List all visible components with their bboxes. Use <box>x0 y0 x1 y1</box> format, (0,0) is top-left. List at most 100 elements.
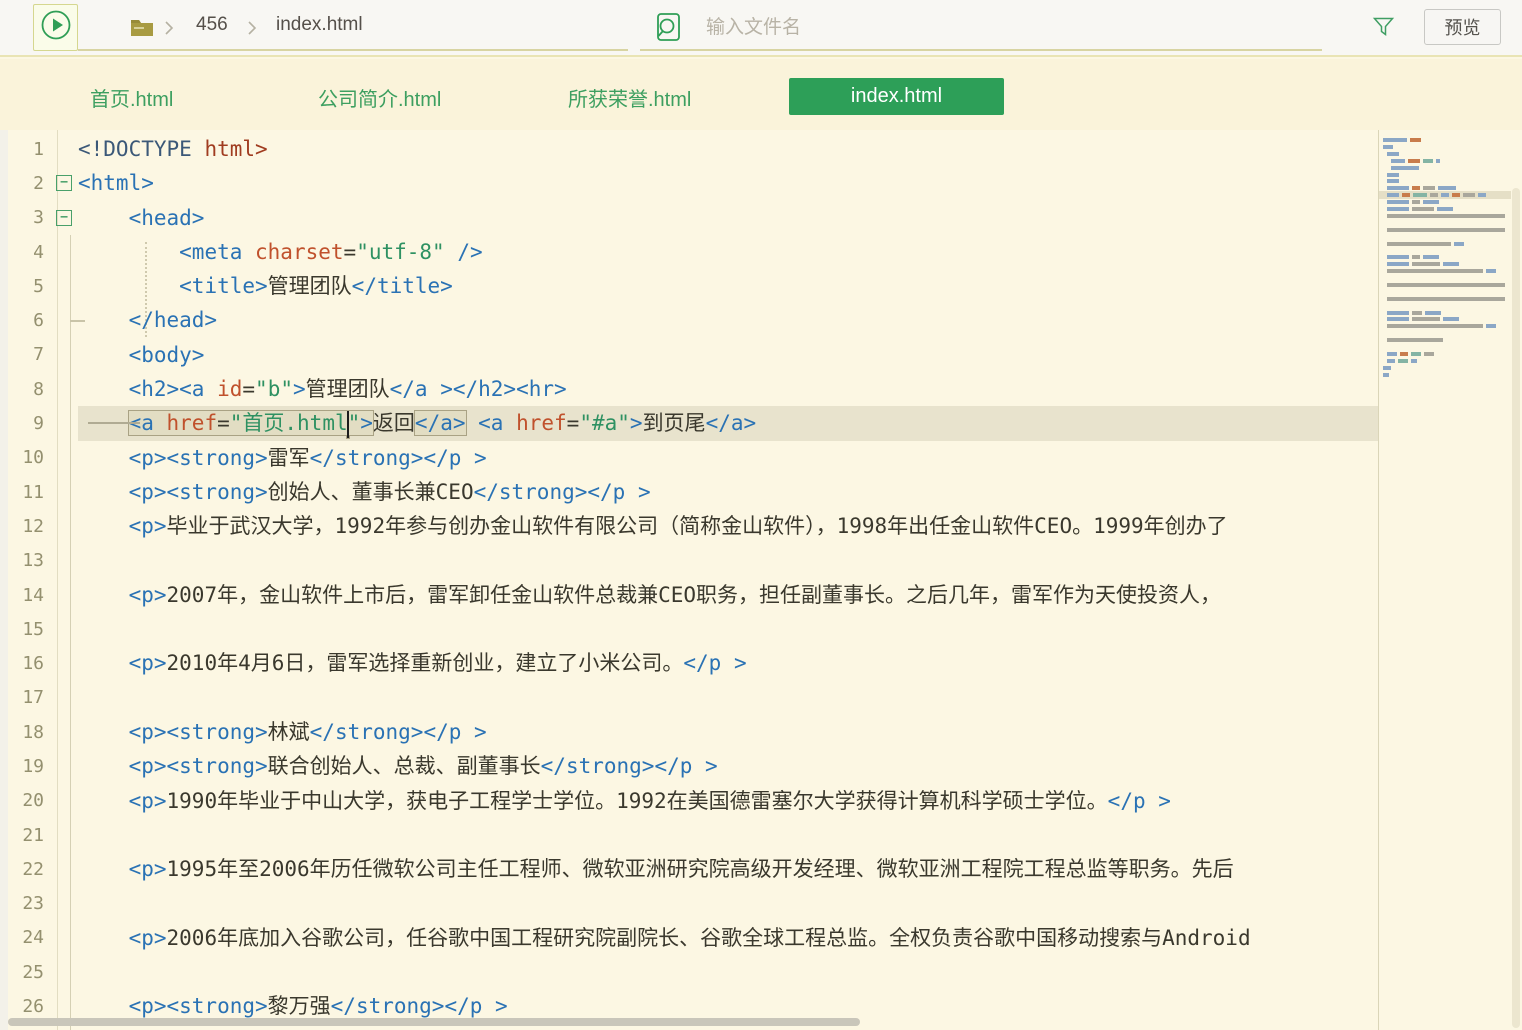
breadcrumb-file[interactable]: index.html <box>276 14 363 36</box>
minimap-row <box>1387 214 1505 218</box>
minimap-row <box>1387 262 1459 266</box>
code-line-20[interactable]: 20 <p>1990年毕业于中山大学，获电子工程学士学位。1992在美国德雷塞尔… <box>0 784 1380 818</box>
code-text: <title>管理团队</title> <box>78 269 453 303</box>
code-line-5[interactable]: 5 <title>管理团队</title> <box>0 269 1380 303</box>
minimap-row <box>1387 200 1439 204</box>
file-search-icon <box>652 11 684 48</box>
minimap-row <box>1387 324 1496 328</box>
minimap-row <box>1387 173 1399 177</box>
code-text: <p><strong>林斌</strong></p > <box>78 715 487 749</box>
play-icon <box>39 8 73 47</box>
line-number: 26 <box>0 996 50 1017</box>
minimap-row <box>1387 186 1456 190</box>
chevron-right-icon <box>163 19 175 42</box>
code-line-2[interactable]: 2−<html> <box>0 166 1380 200</box>
code-line-9[interactable]: 9 <a href="首页.html">返回</a> <a href="#a">… <box>0 406 1380 440</box>
toolbar: 456 index.html 预览 <box>0 0 1522 57</box>
fold-gutter: − <box>50 210 78 226</box>
code-text: <p><strong>雷军</strong></p > <box>78 441 487 475</box>
minimap-row <box>1387 297 1505 301</box>
breadcrumb-underline <box>78 49 628 51</box>
vertical-scrollbar[interactable] <box>1512 188 1520 1028</box>
code-line-3[interactable]: 3− <head> <box>0 201 1380 235</box>
breadcrumb-folder[interactable]: 456 <box>196 14 228 36</box>
code-line-22[interactable]: 22 <p>1995年至2006年历任微软公司主任工程师、微软亚洲研究院高级开发… <box>0 852 1380 886</box>
line-number: 14 <box>0 585 50 606</box>
line-number: 16 <box>0 653 50 674</box>
minimap-row <box>1391 166 1419 170</box>
line-number: 19 <box>0 756 50 777</box>
minimap-row <box>1387 228 1505 232</box>
run-button[interactable] <box>33 4 78 51</box>
minimap[interactable] <box>1378 130 1510 1030</box>
line-number: 24 <box>0 927 50 948</box>
preview-button[interactable]: 预览 <box>1424 9 1501 45</box>
code-line-16[interactable]: 16 <p>2010年4月6日，雷军选择重新创业，建立了小米公司。</p > <box>0 646 1380 680</box>
tab-index.html[interactable]: index.html <box>789 78 1004 115</box>
minimap-row <box>1383 138 1421 142</box>
code-text: <meta charset="utf-8" /> <box>78 235 483 269</box>
minimap-row <box>1387 311 1441 315</box>
code-line-25[interactable]: 25 <box>0 955 1380 989</box>
code-line-10[interactable]: 10 <p><strong>雷军</strong></p > <box>0 441 1380 475</box>
code-line-19[interactable]: 19 <p><strong>联合创始人、总裁、副董事长</strong></p … <box>0 749 1380 783</box>
code-line-14[interactable]: 14 <p>2007年，金山软件上市后，雷军卸任金山软件总裁兼CEO职务，担任副… <box>0 578 1380 612</box>
line-number: 25 <box>0 962 50 983</box>
code-line-21[interactable]: 21 <box>0 818 1380 852</box>
minimap-row <box>1387 179 1399 183</box>
code-text: <body> <box>78 338 204 372</box>
line-number: 15 <box>0 619 50 640</box>
line-number: 22 <box>0 859 50 880</box>
tab-首页.html[interactable]: 首页.html <box>90 83 173 112</box>
fold-gutter: − <box>50 175 78 191</box>
minimap-row <box>1383 145 1393 149</box>
horizontal-scrollbar[interactable] <box>8 1018 860 1026</box>
code-line-18[interactable]: 18 <p><strong>林斌</strong></p > <box>0 715 1380 749</box>
minimap-row <box>1387 352 1434 356</box>
line-number: 7 <box>0 344 50 365</box>
line-number: 8 <box>0 379 50 400</box>
tab-公司简介.html[interactable]: 公司简介.html <box>318 83 441 112</box>
fold-collapse-icon[interactable]: − <box>56 175 72 191</box>
minimap-row <box>1383 366 1391 370</box>
minimap-row <box>1387 255 1439 259</box>
fold-collapse-icon[interactable]: − <box>56 210 72 226</box>
code-text: <head> <box>78 201 204 235</box>
code-text: <a href="首页.html">返回</a> <a href="#a">到页… <box>78 406 756 440</box>
code-line-23[interactable]: 23 <box>0 887 1380 921</box>
code-line-1[interactable]: 1 <!DOCTYPE html> <box>0 132 1380 166</box>
minimap-row <box>1387 207 1453 211</box>
code-text: <p>2010年4月6日，雷军选择重新创业，建立了小米公司。</p > <box>78 646 747 680</box>
code-line-24[interactable]: 24 <p>2006年底加入谷歌公司，任谷歌中国工程研究院副院长、谷歌全球工程总… <box>0 921 1380 955</box>
line-number: 10 <box>0 447 50 468</box>
code-line-17[interactable]: 17 <box>0 681 1380 715</box>
line-number: 18 <box>0 722 50 743</box>
code-line-4[interactable]: 4 <meta charset="utf-8" /> <box>0 235 1380 269</box>
code-text: <p>1990年毕业于中山大学，获电子工程学士学位。1992在美国德雷塞尔大学获… <box>78 784 1171 818</box>
file-search-input[interactable] <box>706 12 1246 44</box>
line-number: 17 <box>0 687 50 708</box>
code-text: </head> <box>78 303 217 337</box>
code-line-11[interactable]: 11 <p><strong>创始人、董事长兼CEO</strong></p > <box>0 475 1380 509</box>
code-line-6[interactable]: 6 </head> <box>0 303 1380 337</box>
tab-所获荣誉.html[interactable]: 所获荣誉.html <box>568 83 691 112</box>
minimap-row <box>1391 159 1440 163</box>
line-number: 4 <box>0 242 50 263</box>
code-text: <p>1995年至2006年历任微软公司主任工程师、微软亚洲研究院高级开发经理、… <box>78 852 1234 886</box>
code-line-12[interactable]: 12 <p>毕业于武汉大学，1992年参与创办金山软件有限公司（简称金山软件），… <box>0 509 1380 543</box>
current-line-dash <box>88 422 140 424</box>
code-line-13[interactable]: 13 <box>0 544 1380 578</box>
code-text: <!DOCTYPE html> <box>78 132 268 166</box>
code-line-7[interactable]: 7 <body> <box>0 338 1380 372</box>
folder-icon <box>130 16 154 43</box>
code-editor[interactable]: 1<!DOCTYPE html>2−<html>3− <head>4 <meta… <box>0 130 1522 1030</box>
line-number: 23 <box>0 893 50 914</box>
code-line-8[interactable]: 8 <h2><a id="b">管理团队</a ></h2><hr> <box>0 372 1380 406</box>
line-number: 1 <box>0 139 50 160</box>
minimap-row <box>1383 373 1389 377</box>
matched-tag-box: <a href="首页.html"> <box>129 411 373 435</box>
code-line-15[interactable]: 15 <box>0 612 1380 646</box>
line-number: 12 <box>0 516 50 537</box>
chevron-right-icon <box>246 19 258 42</box>
filter-icon[interactable] <box>1372 15 1395 43</box>
